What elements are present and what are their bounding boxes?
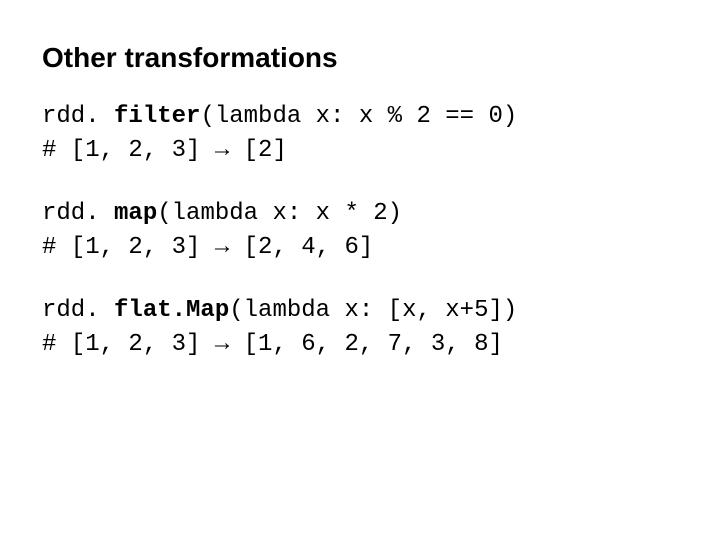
code-method: flat.Map: [114, 297, 229, 324]
code-obj: rdd.: [42, 200, 114, 227]
code-comment: # [1, 2, 3] → [2, 4, 6]: [42, 231, 678, 265]
code-method: filter: [114, 103, 200, 130]
code-example-map: rdd. map(lambda x: x * 2) # [1, 2, 3] → …: [42, 197, 678, 264]
code-line: rdd. filter(lambda x: x % 2 == 0): [42, 100, 678, 134]
code-args: (lambda x: [x, x+5]): [229, 297, 517, 324]
code-args: (lambda x: x * 2): [157, 200, 402, 227]
code-method: map: [114, 200, 157, 227]
code-obj: rdd.: [42, 103, 114, 130]
code-args: (lambda x: x % 2 == 0): [200, 103, 517, 130]
code-line: rdd. map(lambda x: x * 2): [42, 197, 678, 231]
code-line: rdd. flat.Map(lambda x: [x, x+5]): [42, 294, 678, 328]
code-comment: # [1, 2, 3] → [2]: [42, 134, 678, 168]
slide-heading: Other transformations: [42, 42, 678, 74]
code-obj: rdd.: [42, 297, 114, 324]
code-example-flatmap: rdd. flat.Map(lambda x: [x, x+5]) # [1, …: [42, 294, 678, 361]
code-example-filter: rdd. filter(lambda x: x % 2 == 0) # [1, …: [42, 100, 678, 167]
code-comment: # [1, 2, 3] → [1, 6, 2, 7, 3, 8]: [42, 328, 678, 362]
